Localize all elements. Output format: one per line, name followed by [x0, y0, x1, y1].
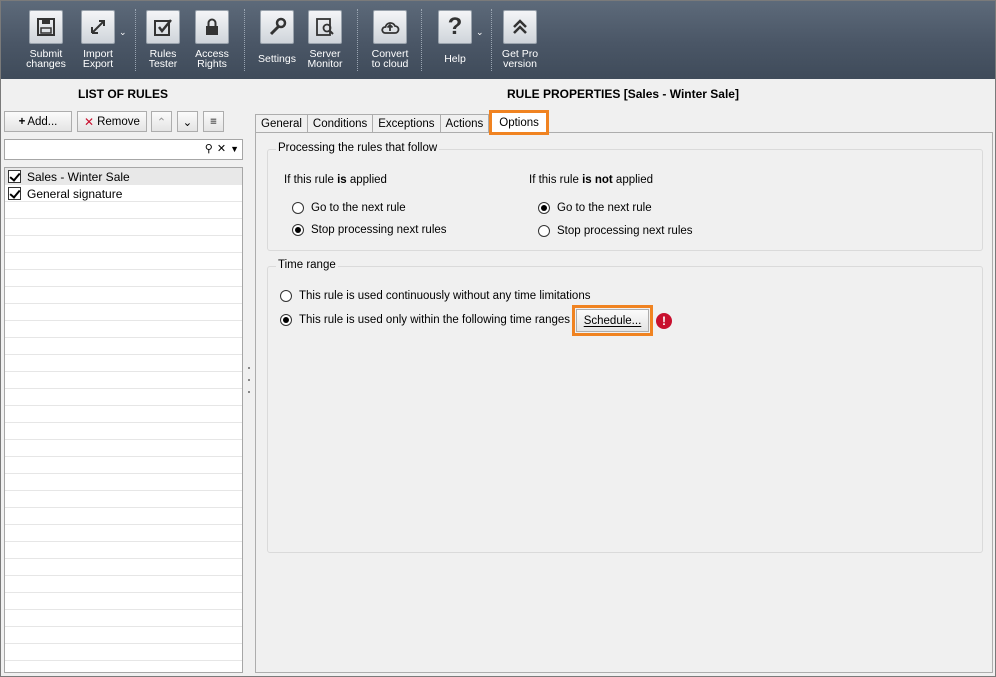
wrench-icon: [260, 10, 294, 44]
rules-list: Sales - Winter Sale General signature: [4, 167, 243, 673]
import-export-button[interactable]: Import Export: [77, 10, 119, 76]
cloud-icon: [373, 10, 407, 44]
server-monitor-label: Server Monitor: [307, 48, 343, 70]
option-label: Stop processing next rules: [311, 224, 447, 236]
monitor-search-icon: [308, 10, 342, 44]
radio-button[interactable]: [292, 202, 304, 214]
radio-button[interactable]: [280, 290, 292, 302]
upgrade-icon: [503, 10, 537, 44]
not-applied-go-next-option[interactable]: Go to the next rule: [538, 202, 652, 214]
help-button[interactable]: ? Help: [433, 10, 477, 76]
applied-go-next-option[interactable]: Go to the next rule: [292, 202, 406, 214]
applied-heading: If this rule is applied: [284, 174, 387, 186]
tab-exceptions[interactable]: Exceptions: [372, 114, 441, 133]
applied-stop-processing-option[interactable]: Stop processing next rules: [292, 224, 447, 236]
option-label: This rule is used continuously without a…: [299, 290, 591, 302]
app-window: Submit changes Import Export ⌄ Rules Tes…: [0, 0, 996, 677]
toolbar-separator: [421, 9, 422, 71]
tab-bar: General Conditions Exceptions Actions Op…: [255, 110, 549, 135]
dropdown-icon[interactable]: ▼: [230, 144, 239, 154]
rules-tester-button[interactable]: Rules Tester: [143, 10, 183, 76]
move-up-button[interactable]: ⌃: [151, 111, 172, 132]
tab-options[interactable]: Options: [489, 110, 549, 135]
question-icon: ?: [438, 10, 472, 44]
panel-splitter[interactable]: [247, 367, 250, 393]
radio-button[interactable]: [538, 225, 550, 237]
radio-button[interactable]: [538, 202, 550, 214]
rule-checkbox[interactable]: [8, 187, 21, 200]
settings-button[interactable]: Settings: [255, 10, 299, 76]
radio-button[interactable]: [280, 314, 292, 326]
chevron-up-icon: ⌃: [156, 116, 167, 129]
continuous-time-option[interactable]: This rule is used continuously without a…: [280, 290, 590, 302]
submit-changes-label: Submit changes: [26, 48, 66, 70]
limited-time-option[interactable]: This rule is used only within the follow…: [280, 314, 570, 326]
schedule-button[interactable]: Schedule...: [572, 305, 653, 336]
plus-icon: +: [18, 115, 26, 128]
menu-button[interactable]: ≡: [203, 111, 224, 132]
toolbar-separator: [357, 9, 358, 71]
schedule-label: Schedule...: [583, 314, 642, 327]
save-icon: [29, 10, 63, 44]
submit-changes-button[interactable]: Submit changes: [23, 10, 69, 76]
add-rule-button[interactable]: + Add...: [4, 111, 72, 132]
toolbar-separator: [244, 9, 245, 71]
rule-item[interactable]: Sales - Winter Sale: [5, 168, 242, 185]
import-export-label: Import Export: [82, 48, 114, 70]
warning-icon: !: [656, 313, 672, 329]
option-label: This rule is used only within the follow…: [299, 314, 571, 326]
not-applied-heading: If this rule is not applied: [529, 174, 654, 186]
rules-tester-label: Rules Tester: [148, 48, 178, 70]
convert-to-cloud-button[interactable]: Convert to cloud: [368, 10, 412, 76]
rules-list-title: LIST OF RULES: [78, 87, 168, 101]
menu-icon: ≡: [210, 115, 217, 128]
settings-label: Settings: [258, 53, 296, 65]
add-rule-label: Add...: [27, 115, 58, 128]
rule-name: General signature: [27, 186, 123, 201]
remove-rule-label: Remove: [97, 115, 140, 128]
processing-group-title: Processing the rules that follow: [276, 142, 440, 154]
convert-to-cloud-label: Convert to cloud: [371, 48, 409, 70]
move-down-button[interactable]: ⌄: [177, 111, 198, 132]
clear-icon[interactable]: ✕: [217, 142, 226, 155]
not-applied-stop-processing-option[interactable]: Stop processing next rules: [538, 225, 693, 237]
search-controls: ⚲ ✕ ▼: [205, 142, 239, 155]
options-tab-page: Processing the rules that follow If this…: [255, 132, 993, 673]
access-rights-label: Access Rights: [195, 48, 229, 70]
help-label: Help: [444, 53, 466, 65]
remove-rule-button[interactable]: ✕ Remove: [77, 111, 147, 132]
server-monitor-button[interactable]: Server Monitor: [304, 10, 346, 76]
rule-name: Sales - Winter Sale: [27, 169, 130, 184]
toolbar-separator: [491, 9, 492, 71]
radio-button[interactable]: [292, 224, 304, 236]
tab-conditions[interactable]: Conditions: [306, 114, 374, 133]
option-label: Go to the next rule: [311, 202, 406, 214]
option-label: Stop processing next rules: [557, 225, 693, 237]
rule-properties-title: RULE PROPERTIES [Sales - Winter Sale]: [507, 87, 739, 101]
toolbar-separator: [135, 9, 136, 71]
search-icon[interactable]: ⚲: [205, 142, 213, 155]
tab-actions[interactable]: Actions: [439, 114, 490, 133]
toolbar: Submit changes Import Export ⌄ Rules Tes…: [1, 1, 995, 79]
lock-icon: [195, 10, 229, 44]
processing-group: Processing the rules that follow If this…: [267, 142, 983, 251]
import-export-icon: [81, 10, 115, 44]
access-rights-button[interactable]: Access Rights: [191, 10, 233, 76]
tab-general[interactable]: General: [255, 114, 308, 133]
search-input[interactable]: ⚲ ✕ ▼: [4, 139, 243, 160]
get-pro-version-label: Get Pro version: [501, 48, 539, 70]
checkbox-icon: [146, 10, 180, 44]
time-range-group-title: Time range: [276, 259, 338, 271]
rule-item[interactable]: General signature: [5, 185, 242, 202]
chevron-down-icon[interactable]: ⌄: [476, 27, 484, 38]
get-pro-version-button[interactable]: Get Pro version: [498, 10, 542, 76]
option-label: Go to the next rule: [557, 202, 652, 214]
chevron-down-icon[interactable]: ⌄: [119, 27, 127, 38]
chevron-down-icon: ⌄: [182, 116, 193, 129]
remove-icon: ✕: [84, 114, 95, 129]
rule-checkbox[interactable]: [8, 170, 21, 183]
